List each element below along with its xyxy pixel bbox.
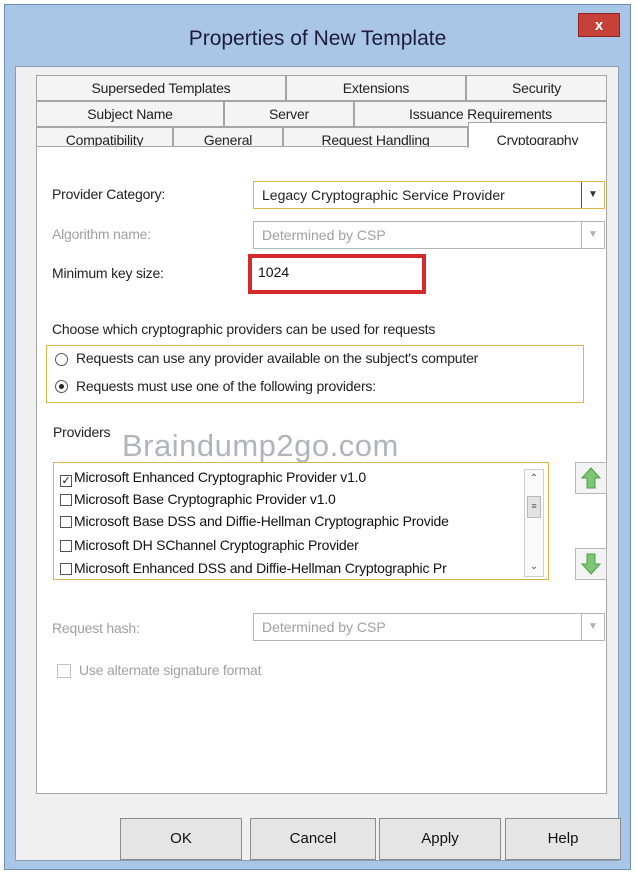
request-hash-combo[interactable]: Determined by CSP ▼ <box>253 613 605 641</box>
chevron-up-icon[interactable]: ⌃ <box>525 470 543 488</box>
chevron-down-icon[interactable]: ▼ <box>581 614 604 640</box>
provider-name: Microsoft Base Cryptographic Provider v1… <box>74 491 336 507</box>
arrow-up-icon <box>580 467 602 489</box>
provider-category-label: Provider Category: <box>52 186 166 202</box>
min-key-size-input[interactable]: 1024 <box>248 254 426 294</box>
request-hash-value: Determined by CSP <box>262 619 386 635</box>
move-down-button[interactable] <box>575 548 607 580</box>
apply-button[interactable]: Apply <box>379 818 501 860</box>
min-key-size-value: 1024 <box>258 264 290 280</box>
radio-specific-providers-label[interactable]: Requests must use one of the following p… <box>76 378 376 394</box>
ok-button[interactable]: OK <box>120 818 242 860</box>
providers-label: Providers <box>53 424 111 440</box>
tab-server[interactable]: Server <box>224 101 354 127</box>
title-bar: Properties of New Template x <box>5 5 630 67</box>
tab-security[interactable]: Security <box>466 75 607 101</box>
tab-extensions[interactable]: Extensions <box>286 75 466 101</box>
radio-specific-providers[interactable] <box>55 380 68 393</box>
alt-signature-label: Use alternate signature format <box>79 662 262 678</box>
list-item[interactable]: Microsoft Base Cryptographic Provider v1… <box>60 491 336 513</box>
move-up-button[interactable] <box>575 462 607 494</box>
request-hash-label: Request hash: <box>52 620 140 636</box>
tab-superseded-templates[interactable]: Superseded Templates <box>36 75 286 101</box>
min-key-size-label: Minimum key size: <box>52 265 164 281</box>
providers-list[interactable]: ✓ Microsoft Enhanced Cryptographic Provid… <box>53 462 549 580</box>
list-item[interactable]: Microsoft Base DSS and Diffie-Hellman Cr… <box>60 513 449 535</box>
active-tab-joiner <box>469 145 606 148</box>
list-item[interactable]: Microsoft Enhanced DSS and Diffie-Hellma… <box>60 560 447 579</box>
cancel-button[interactable]: Cancel <box>250 818 376 860</box>
provider-category-combo[interactable]: Legacy Cryptographic Service Provider ▼ <box>253 181 605 209</box>
tab-subject-name[interactable]: Subject Name <box>36 101 224 127</box>
checkbox[interactable] <box>60 540 72 552</box>
scroll-thumb[interactable]: ≡ <box>527 496 541 518</box>
chevron-down-icon[interactable]: ▼ <box>581 182 604 208</box>
provider-name: Microsoft Base DSS and Diffie-Hellman Cr… <box>74 513 449 529</box>
provider-name: Microsoft Enhanced DSS and Diffie-Hellma… <box>74 560 447 576</box>
help-button[interactable]: Help <box>505 818 621 860</box>
dialog-title: Properties of New Template <box>188 27 447 50</box>
checkbox[interactable] <box>60 516 72 528</box>
providers-scrollbar[interactable]: ⌃ ≡ ⌄ <box>524 469 544 577</box>
alt-signature-checkbox[interactable] <box>57 664 71 678</box>
list-item[interactable]: ✓ Microsoft Enhanced Cryptographic Provid… <box>60 469 366 491</box>
algorithm-name-combo[interactable]: Determined by CSP ▼ <box>253 221 605 249</box>
checkbox-checked[interactable]: ✓ <box>60 475 72 487</box>
chevron-down-icon[interactable]: ▼ <box>581 222 604 248</box>
radio-any-provider-label[interactable]: Requests can use any provider available … <box>76 350 478 366</box>
checkbox[interactable] <box>60 494 72 506</box>
choose-providers-text: Choose which cryptographic providers can… <box>52 321 436 337</box>
provider-name: Microsoft DH SChannel Cryptographic Prov… <box>74 537 359 553</box>
watermark: Braindump2go.com <box>122 428 399 463</box>
arrow-down-icon <box>580 553 602 575</box>
radio-any-provider[interactable] <box>55 353 68 366</box>
chevron-down-icon[interactable]: ⌄ <box>525 558 543 576</box>
provider-category-value: Legacy Cryptographic Service Provider <box>262 187 505 203</box>
list-item[interactable]: Microsoft DH SChannel Cryptographic Prov… <box>60 537 359 559</box>
algorithm-name-label: Algorithm name: <box>52 226 151 242</box>
checkbox[interactable] <box>60 563 72 575</box>
algorithm-name-value: Determined by CSP <box>262 227 386 243</box>
provider-name: Microsoft Enhanced Cryptographic Provide… <box>74 469 366 485</box>
close-button[interactable]: x <box>578 13 620 37</box>
